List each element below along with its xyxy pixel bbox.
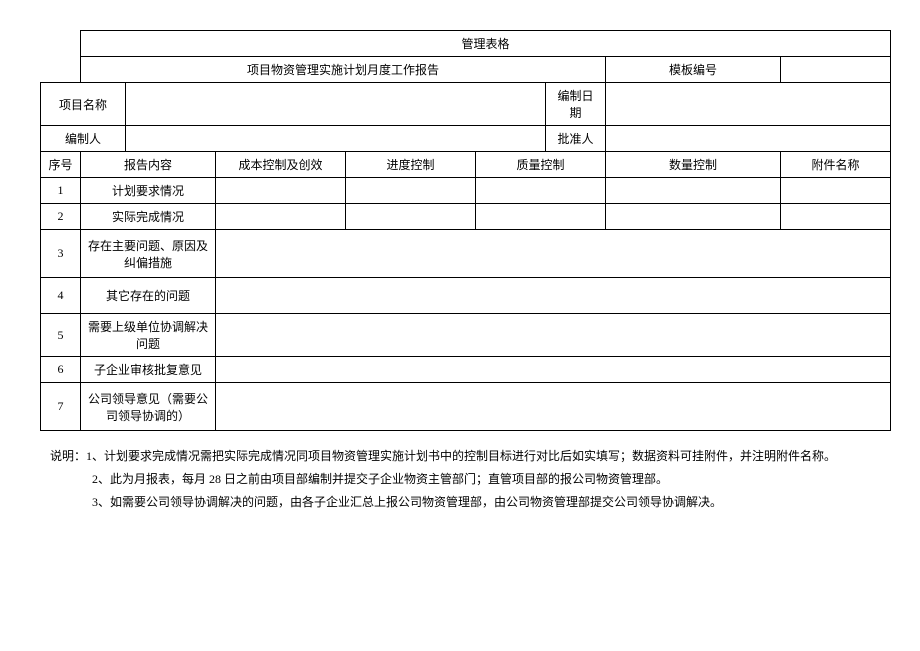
notes-item-2: 2、此为月报表，每月 28 日之前由项目部编制并提交子企业物资主管部门；直管项目… [50,468,880,491]
cell-content: 其它存在的问题 [81,278,216,314]
cell-schedule [346,178,476,204]
cell-content: 计划要求情况 [81,178,216,204]
cell-content: 公司领导意见（需要公司领导协调的） [81,383,216,431]
notes-line-1: 说明：1、计划要求完成情况需把实际完成情况同项目物资管理实施计划书中的控制目标进… [50,445,880,468]
compile-date-value [606,83,891,126]
cell-cost [216,204,346,230]
table-row: 4 其它存在的问题 [41,278,891,314]
cell-seq: 1 [41,178,81,204]
cell-content: 需要上级单位协调解决问题 [81,314,216,357]
cell-cost [216,178,346,204]
cell-seq: 5 [41,314,81,357]
cell-quality [476,178,606,204]
col-attachment: 附件名称 [781,152,891,178]
approver-value [606,126,891,152]
col-cost: 成本控制及创效 [216,152,346,178]
cell-quality [476,204,606,230]
col-content: 报告内容 [81,152,216,178]
project-name-value [126,83,546,126]
cell-seq: 6 [41,357,81,383]
approver-label: 批准人 [546,126,606,152]
table-row: 6 子企业审核批复意见 [41,357,891,383]
report-form-table: 管理表格 项目物资管理实施计划月度工作报告 模板编号 项目名称 编制日期 编制人… [40,30,891,431]
notes-item-3: 3、如需要公司领导协调解决的问题，由各子企业汇总上报公司物资管理部，由公司物资管… [50,491,880,514]
notes-section: 说明：1、计划要求完成情况需把实际完成情况同项目物资管理实施计划书中的控制目标进… [40,445,880,513]
compile-date-label: 编制日期 [546,83,606,126]
cell-merged [216,383,891,431]
cell-quantity [606,204,781,230]
header-blank-cell [41,31,81,83]
cell-seq: 3 [41,230,81,278]
cell-seq: 4 [41,278,81,314]
table-row: 5 需要上级单位协调解决问题 [41,314,891,357]
cell-merged [216,278,891,314]
table-row: 7 公司领导意见（需要公司领导协调的） [41,383,891,431]
cell-quantity [606,178,781,204]
col-quality: 质量控制 [476,152,606,178]
cell-content: 实际完成情况 [81,204,216,230]
table-row: 1 计划要求情况 [41,178,891,204]
cell-content: 子企业审核批复意见 [81,357,216,383]
cell-seq: 2 [41,204,81,230]
table-row: 3 存在主要问题、原因及纠偏措施 [41,230,891,278]
cell-attachment [781,178,891,204]
notes-item-1: 1、计划要求完成情况需把实际完成情况同项目物资管理实施计划书中的控制目标进行对比… [86,449,836,463]
cell-seq: 7 [41,383,81,431]
header-title-1: 管理表格 [81,31,891,57]
header-title-2: 项目物资管理实施计划月度工作报告 [81,57,606,83]
col-schedule: 进度控制 [346,152,476,178]
col-quantity: 数量控制 [606,152,781,178]
cell-attachment [781,204,891,230]
compiler-value [126,126,546,152]
template-no-label: 模板编号 [606,57,781,83]
cell-merged [216,314,891,357]
cell-content: 存在主要问题、原因及纠偏措施 [81,230,216,278]
table-row: 2 实际完成情况 [41,204,891,230]
col-seq: 序号 [41,152,81,178]
compiler-label: 编制人 [41,126,126,152]
template-no-value [781,57,891,83]
cell-merged [216,230,891,278]
cell-schedule [346,204,476,230]
notes-prefix: 说明： [50,449,86,463]
cell-merged [216,357,891,383]
project-name-label: 项目名称 [41,83,126,126]
